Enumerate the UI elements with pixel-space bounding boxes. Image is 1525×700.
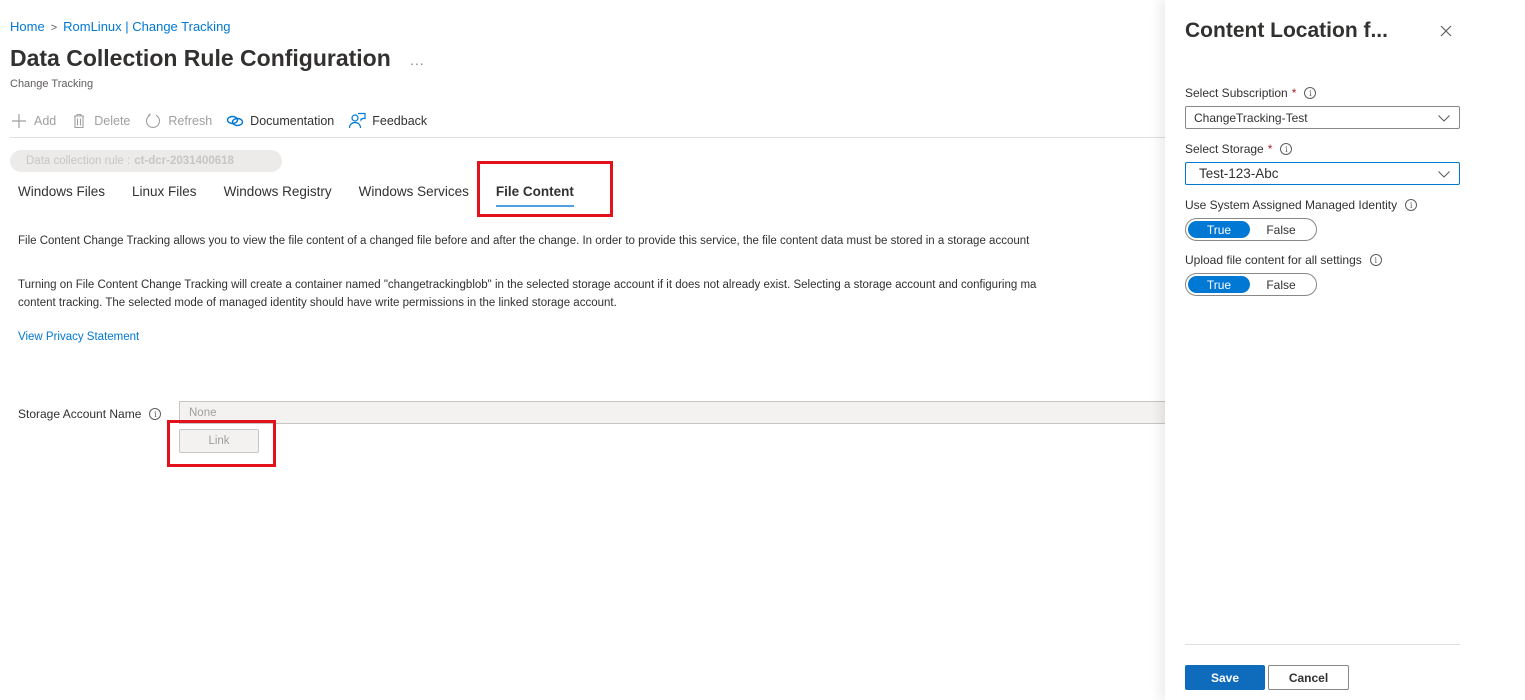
info-icon[interactable]: i <box>1280 143 1293 155</box>
add-button[interactable]: Add <box>10 112 56 130</box>
managed-identity-text: Use System Assigned Managed Identity <box>1185 198 1398 212</box>
upload-file-content-toggle[interactable]: True False <box>1185 273 1317 296</box>
select-subscription-text: Select Subscription <box>1185 86 1288 100</box>
tab-windows-registry[interactable]: Windows Registry <box>224 184 332 207</box>
chevron-down-icon <box>1437 111 1451 125</box>
breadcrumb-separator: > <box>50 22 58 34</box>
refresh-icon <box>144 112 162 130</box>
subscription-dropdown[interactable]: ChangeTracking-Test <box>1185 106 1460 129</box>
info-icon[interactable]: i <box>1405 199 1418 211</box>
upload-file-content-text: Upload file content for all settings <box>1185 253 1362 267</box>
upload-file-content-label: Upload file content for all settings i <box>1185 253 1382 267</box>
select-storage-text: Select Storage <box>1185 142 1264 156</box>
select-subscription-label: Select Subscription * i <box>1185 86 1317 100</box>
select-storage-label: Select Storage * i <box>1185 142 1293 156</box>
refresh-label: Refresh <box>168 114 213 128</box>
storage-dropdown[interactable]: Test-123-Abc <box>1185 162 1460 185</box>
more-options-button[interactable]: ... <box>410 52 425 68</box>
cancel-button[interactable]: Cancel <box>1268 665 1349 690</box>
breadcrumb-home[interactable]: Home <box>10 19 45 34</box>
info-icon[interactable]: i <box>149 408 162 420</box>
rule-badge: Data collection rule : ct-dcr-2031400618 <box>10 150 282 172</box>
description-paragraph-1: File Content Change Tracking allows you … <box>18 235 1030 247</box>
page-subtitle: Change Tracking <box>10 78 94 90</box>
feedback-icon <box>348 112 366 130</box>
managed-identity-true-option[interactable]: True <box>1188 221 1250 238</box>
storage-account-name-text: Storage Account Name <box>18 407 142 421</box>
upload-file-content-false-option[interactable]: False <box>1250 276 1312 293</box>
documentation-label: Documentation <box>250 114 335 128</box>
delete-button[interactable]: Delete <box>70 112 130 130</box>
breadcrumb-current[interactable]: RomLinux | Change Tracking <box>63 19 230 34</box>
link-button[interactable]: Link <box>179 429 259 453</box>
required-marker: * <box>1267 142 1273 156</box>
refresh-button[interactable]: Refresh <box>144 112 212 130</box>
add-label: Add <box>34 114 57 128</box>
storage-account-name-input[interactable]: None <box>179 401 1165 424</box>
upload-file-content-true-option[interactable]: True <box>1188 276 1250 293</box>
link-icon <box>226 112 244 130</box>
managed-identity-toggle[interactable]: True False <box>1185 218 1317 241</box>
content-location-panel: Content Location f... Select Subscriptio… <box>1165 0 1525 700</box>
toolbar-divider <box>10 137 1165 138</box>
panel-footer-divider <box>1185 644 1460 645</box>
subscription-value: ChangeTracking-Test <box>1194 110 1308 125</box>
storage-value: Test-123-Abc <box>1199 166 1279 181</box>
chevron-down-icon <box>1437 167 1451 181</box>
main-blade: Home > RomLinux | Change Tracking Data Col… <box>0 0 1165 700</box>
plus-icon <box>10 112 28 130</box>
delete-label: Delete <box>94 114 131 128</box>
toolbar: Add Delete Refresh Documentation Feedbac… <box>10 110 441 132</box>
storage-account-name-label: Storage Account Name i <box>18 407 162 421</box>
tab-windows-services[interactable]: Windows Services <box>359 184 469 207</box>
tab-linux-files[interactable]: Linux Files <box>132 184 197 207</box>
trash-icon <box>70 112 88 130</box>
panel-title: Content Location f... <box>1185 19 1388 42</box>
tab-bar: Windows Files Linux Files Windows Regist… <box>18 184 601 207</box>
rule-badge-name: ct-dcr-2031400618 <box>134 155 234 167</box>
managed-identity-false-option[interactable]: False <box>1250 221 1312 238</box>
description-paragraph-2-line-2: content tracking. The selected mode of m… <box>18 297 617 309</box>
rule-badge-label: Data collection rule : <box>26 155 131 167</box>
breadcrumb: Home > RomLinux | Change Tracking <box>10 19 231 34</box>
description-paragraph-2-line-1: Turning on File Content Change Tracking … <box>18 279 1037 291</box>
tab-file-content[interactable]: File Content <box>495 184 574 207</box>
managed-identity-label: Use System Assigned Managed Identity i <box>1185 198 1418 212</box>
info-icon[interactable]: i <box>1304 87 1317 99</box>
page-title: Data Collection Rule Configuration <box>10 45 391 71</box>
feedback-label: Feedback <box>372 114 428 128</box>
feedback-button[interactable]: Feedback <box>348 112 427 130</box>
view-privacy-statement-link[interactable]: View Privacy Statement <box>18 331 139 343</box>
required-marker: * <box>1291 86 1297 100</box>
documentation-button[interactable]: Documentation <box>226 112 334 130</box>
save-button[interactable]: Save <box>1185 665 1265 690</box>
tab-windows-files[interactable]: Windows Files <box>18 184 105 207</box>
close-icon[interactable] <box>1437 22 1455 40</box>
info-icon[interactable]: i <box>1369 254 1382 266</box>
